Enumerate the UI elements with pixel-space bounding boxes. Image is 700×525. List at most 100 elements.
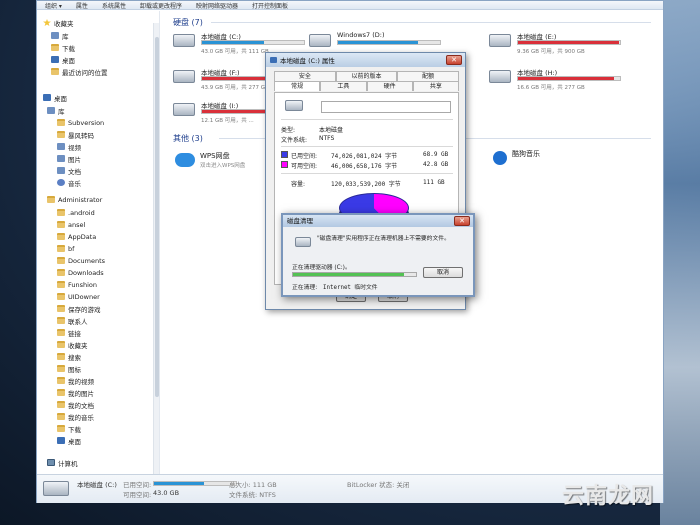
nav-lib-item[interactable]: 图片 (57, 153, 81, 164)
wps-drive-item[interactable]: WPS网盘 双击进入WPS网盘 (175, 151, 245, 169)
dialog-titlebar[interactable]: 磁盘清理 ✕ (283, 215, 473, 227)
site-watermark: 云南龙网 (562, 484, 655, 509)
nav-admin-item[interactable]: AppData (57, 231, 96, 242)
close-button[interactable]: ✕ (454, 216, 470, 226)
folder-icon (57, 377, 65, 384)
dialog-titlebar[interactable]: 本地磁盘 (C:) 属性 ✕ (266, 53, 465, 67)
nav-admin-item[interactable]: 搜索 (57, 351, 81, 362)
status-drive-name: 本地磁盘 (C:) (77, 481, 117, 489)
nav-admin-item[interactable]: 我的音乐 (57, 411, 94, 422)
nav-fav-library[interactable]: 库 (51, 30, 69, 41)
type-value: 本地磁盘 (319, 127, 344, 134)
close-button[interactable]: ✕ (446, 55, 462, 65)
nav-admin-item[interactable]: 收藏夹 (57, 339, 88, 350)
nav-admin-item[interactable]: bf (57, 243, 74, 254)
menu-properties[interactable]: 属性 (76, 1, 88, 10)
nav-lib-item[interactable]: Subversion (57, 117, 104, 128)
music-app-icon (493, 151, 507, 165)
app-title: 酷狗音乐 (512, 150, 540, 158)
status-free-label: 可用空间: (123, 491, 152, 499)
drive-usage-bar (201, 40, 305, 45)
tab-tools[interactable]: 工具 (320, 81, 367, 91)
nav-admin-item[interactable]: 桌面 (57, 435, 81, 446)
nav-admin[interactable]: Administrator (47, 194, 102, 205)
nav-admin-item[interactable]: Funshion (57, 279, 97, 290)
drive-space: 12.1 GB 可用，共 ... (201, 118, 254, 124)
tab-hardware[interactable]: 硬件 (366, 81, 413, 91)
status-bitlocker: BitLocker 状态: 关闭 (347, 481, 410, 489)
nav-admin-item[interactable]: 我的视频 (57, 375, 94, 386)
nav-admin-item[interactable]: UIDowner (57, 291, 100, 302)
desktop-icon (57, 437, 65, 444)
status-total: 总大小: 111 GB (229, 481, 277, 489)
drive-space: 43.9 GB 可用，共 277 GB (201, 85, 269, 91)
nav-fav-downloads[interactable]: 下载 (51, 42, 75, 53)
folder-icon (57, 401, 65, 408)
free-gb: 42.8 GB (423, 161, 449, 168)
folder-icon (57, 257, 65, 264)
group-header-hdd[interactable]: 硬盘 (7) (173, 17, 203, 28)
drive-tile[interactable]: 本地磁盘 (H:) 16.6 GB 可用，共 277 GB (489, 67, 634, 97)
nav-admin-item[interactable]: 我的文档 (57, 399, 94, 410)
nav-lib-item[interactable]: 音乐 (57, 177, 81, 188)
nav-admin-item[interactable]: .android (57, 207, 95, 218)
video-icon (57, 143, 65, 150)
drive-usage-fill (518, 41, 619, 44)
drive-usage-bar (517, 40, 621, 45)
menu-system-properties[interactable]: 系统属性 (102, 1, 126, 10)
cleaning-label: 正在清理: (292, 285, 318, 291)
scroll-thumb[interactable] (155, 37, 159, 397)
links-icon (57, 329, 65, 336)
cleaning-item: Internet 临时文件 (323, 285, 378, 291)
hard-drive-icon (309, 34, 331, 47)
nav-fav-recent[interactable]: 最近访问的位置 (51, 66, 108, 77)
nav-library[interactable]: 库 (47, 105, 65, 116)
desktop-icon (51, 56, 59, 63)
nav-lib-item[interactable]: 文档 (57, 165, 81, 176)
hard-drive-icon (285, 100, 303, 111)
nav-favorites[interactable]: 收藏夹 (43, 17, 74, 28)
menu-map-drive[interactable]: 映射网络驱动器 (196, 1, 238, 10)
cleanup-cancel-button[interactable]: 取消 (423, 267, 463, 278)
nav-scrollbar[interactable] (153, 23, 159, 474)
drive-usage-bar (337, 40, 441, 45)
nav-admin-item[interactable]: 我的图片 (57, 387, 94, 398)
nav-lib-item[interactable]: 暴风转码 (57, 129, 94, 140)
volume-label-input[interactable] (321, 101, 451, 113)
nav-admin-item[interactable]: 下载 (57, 423, 81, 434)
tab-sharing[interactable]: 共享 (412, 81, 459, 91)
nav-computer[interactable]: 计算机 (47, 457, 78, 468)
nav-admin-item[interactable]: 链接 (57, 327, 81, 338)
nav-admin-item[interactable]: 保存的游戏 (57, 303, 101, 314)
nav-admin-item[interactable]: ansel (57, 219, 85, 230)
group-header-other[interactable]: 其他 (3) (173, 133, 203, 144)
nav-admin-item[interactable]: 图标 (57, 363, 81, 374)
folder-icon (57, 209, 65, 216)
folder-icon (51, 44, 59, 51)
folder-icon (57, 413, 65, 420)
folder-icon (57, 131, 65, 138)
nav-admin-item[interactable]: Documents (57, 255, 105, 266)
status-filesystem: 文件系统: NTFS (229, 491, 276, 499)
nav-fav-desktop[interactable]: 桌面 (51, 54, 75, 65)
recent-icon (51, 68, 59, 75)
tab-security[interactable]: 安全 (274, 71, 336, 81)
tab-general[interactable]: 常规 (274, 81, 321, 91)
kugou-music-item[interactable]: 酷狗音乐 (493, 149, 540, 165)
search-icon (57, 353, 65, 360)
menu-organize[interactable]: 组织 ▾ (45, 1, 62, 10)
capacity-label: 容量: (291, 181, 306, 188)
nav-lib-item[interactable]: 视频 (57, 141, 81, 152)
menu-control-panel[interactable]: 打开控制面板 (252, 1, 288, 10)
contacts-icon (57, 317, 65, 324)
nav-admin-item[interactable]: 联系人 (57, 315, 88, 326)
drive-name: Windows7 (D:) (337, 31, 385, 39)
nav-admin-item[interactable]: Downloads (57, 267, 104, 278)
drive-tile[interactable]: 本地磁盘 (E:) 9.36 GB 可用，共 900 GB (489, 31, 634, 61)
menu-uninstall[interactable]: 卸载或更改程序 (140, 1, 182, 10)
tab-quota[interactable]: 配额 (397, 71, 460, 81)
wallpaper (660, 0, 700, 525)
nav-desktop[interactable]: 桌面 (43, 92, 67, 103)
user-folder-icon (47, 196, 55, 203)
tab-previous-versions[interactable]: 以前的版本 (335, 71, 398, 81)
